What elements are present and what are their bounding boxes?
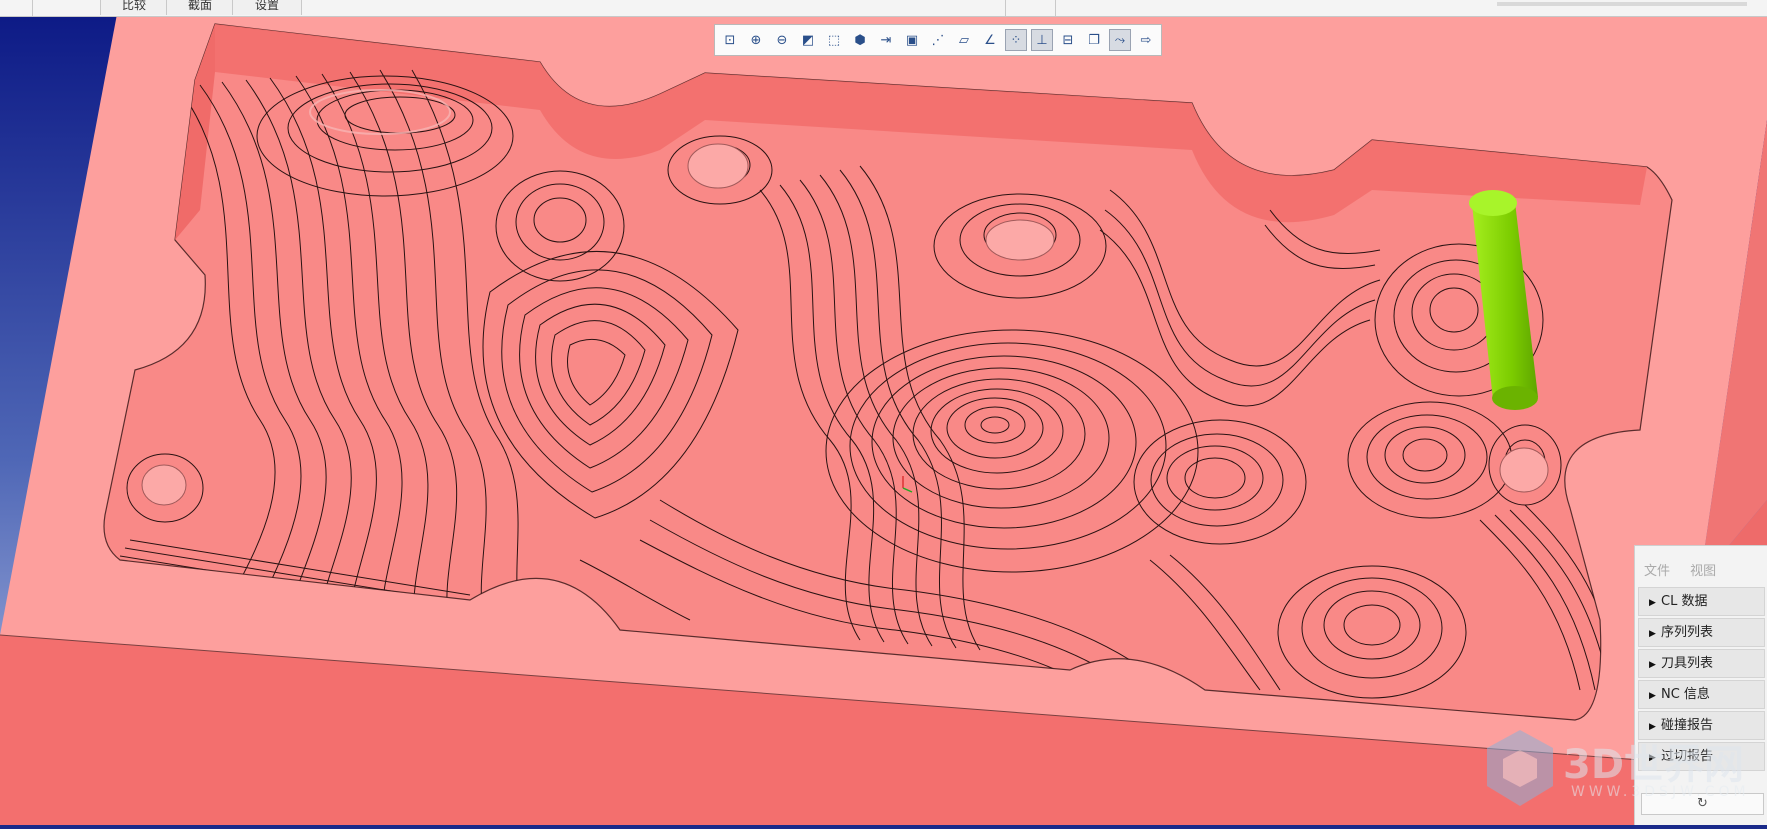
watermark-url: WWW.3DSJW.COM <box>1571 784 1750 800</box>
top-tab-strip: 比较 截面 设置 <box>0 0 1767 17</box>
watermark-cube-icon <box>1487 730 1553 806</box>
plane-icon[interactable]: ▱ <box>953 29 975 51</box>
zoom-fit-icon[interactable]: ⊡ <box>719 29 741 51</box>
shaded-cube-icon[interactable]: ⬢ <box>849 29 871 51</box>
camera-icon[interactable]: ▣ <box>901 29 923 51</box>
front-view-icon[interactable]: ◩ <box>797 29 819 51</box>
section-icon[interactable]: ⊟ <box>1057 29 1079 51</box>
zoom-in-icon[interactable]: ⊕ <box>745 29 767 51</box>
watermark: 3D世界网 WWW.3DSJW.COM <box>1485 728 1765 808</box>
iso-view-icon[interactable]: ⬚ <box>823 29 845 51</box>
book-icon[interactable]: ❐ <box>1083 29 1105 51</box>
toolpath-icon[interactable]: ⋰ <box>927 29 949 51</box>
panel-item-tool-list[interactable]: ▶ 刀具列表 <box>1638 649 1765 678</box>
tab-settings[interactable]: 设置 <box>232 0 302 15</box>
simulation-scene[interactable] <box>0 0 1767 825</box>
tab-section[interactable]: 截面 <box>166 0 234 15</box>
export-icon[interactable]: ⇥ <box>875 29 897 51</box>
measure-icon[interactable]: ∠ <box>979 29 1001 51</box>
expand-triangle-icon: ▶ <box>1649 691 1656 701</box>
points-icon[interactable]: ⁘ <box>1005 29 1027 51</box>
menu-view[interactable]: 视图 <box>1690 564 1716 579</box>
panel-item-cl-data[interactable]: ▶ CL 数据 <box>1638 587 1765 616</box>
toolbar-grip <box>1497 2 1747 6</box>
panel-item-sequence-list[interactable]: ▶ 序列列表 <box>1638 618 1765 647</box>
expand-triangle-icon: ▶ <box>1649 598 1656 608</box>
tab-compare[interactable]: 比较 <box>100 0 168 15</box>
axis-icon[interactable]: ⊥ <box>1031 29 1053 51</box>
watermark-text: 3D世界网 <box>1563 742 1745 788</box>
view-toolbar: ⊡ ⊕ ⊖ ◩ ⬚ ⬢ ⇥ ▣ ⋰ ▱ ∠ ⁘ ⊥ ⊟ ❐ ⤳ ⇨ <box>714 24 1162 56</box>
expand-triangle-icon: ▶ <box>1649 660 1656 670</box>
menu-file[interactable]: 文件 <box>1644 564 1670 579</box>
panel-menubar: 文件 视图 <box>1635 546 1767 586</box>
output-icon[interactable]: ⇨ <box>1135 29 1157 51</box>
zoom-out-icon[interactable]: ⊖ <box>771 29 793 51</box>
path-link-icon[interactable]: ⤳ <box>1109 29 1131 51</box>
panel-item-nc-info[interactable]: ▶ NC 信息 <box>1638 680 1765 709</box>
3d-viewport[interactable] <box>0 0 1767 825</box>
expand-triangle-icon: ▶ <box>1649 629 1656 639</box>
